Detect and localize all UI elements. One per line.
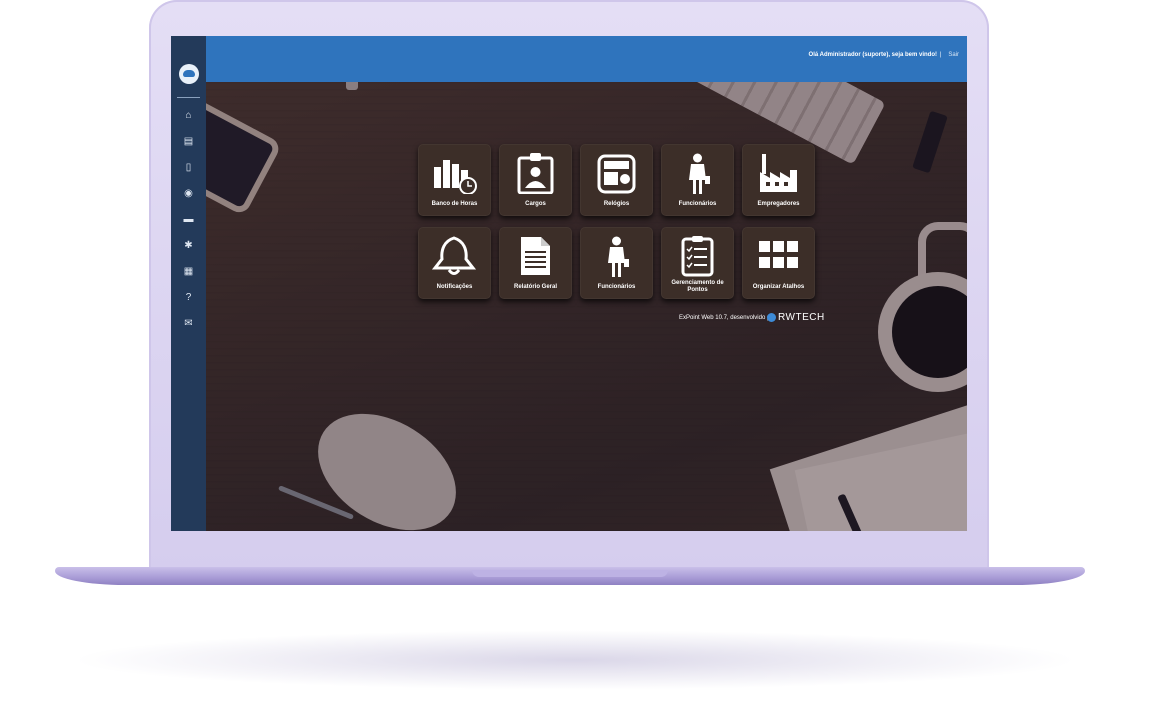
sidebar: ⌂ ▤ ▯ ◉ ▬ ✱ ▦ ? ✉ [171, 36, 206, 531]
document-icon[interactable]: ▤ [171, 134, 206, 150]
shortcut-notificacoes[interactable]: Notificações [418, 227, 491, 299]
sidebar-divider [177, 97, 200, 98]
eye-icon[interactable]: ◉ [171, 186, 206, 202]
mail-icon[interactable]: ✉ [171, 316, 206, 332]
rwtech-brand[interactable]: RWTECH [778, 312, 825, 323]
shortcut-label: Gerenciamento de Pontos [671, 280, 724, 293]
shortcut-gerenciamento-de-pontos[interactable]: Gerenciamento de Pontos [661, 227, 734, 299]
checklist-icon [681, 236, 714, 277]
bar-chart-clock-icon [434, 160, 477, 194]
logout-link[interactable]: Sair [948, 52, 959, 58]
report-document-icon [521, 237, 550, 275]
id-badge-icon [517, 153, 554, 194]
shortcut-banco-de-horas[interactable]: Banco de Horas [418, 144, 491, 216]
bell-icon [431, 236, 477, 275]
shortcut-label: Relatório Geral [513, 284, 557, 290]
shortcut-label: Empregadores [757, 201, 800, 207]
welcome-message: Olá Administrador (suporte), seja bem vi… [808, 52, 937, 58]
help-icon[interactable]: ? [171, 290, 206, 306]
app-screen: ⌂ ▤ ▯ ◉ ▬ ✱ ▦ ? ✉ Olá Administrador (sup… [171, 36, 967, 531]
clipboard-icon[interactable]: ▯ [171, 160, 206, 176]
shortcut-label: Notificações [436, 284, 473, 290]
shortcut-label: Cargos [525, 201, 546, 207]
laptop-shadow [70, 630, 1080, 690]
home-icon[interactable]: ⌂ [171, 108, 206, 124]
shortcut-relatorio-geral[interactable]: Relatório Geral [499, 227, 572, 299]
shortcut-label: Funcionários [597, 284, 636, 290]
gear-icon[interactable]: ✱ [171, 238, 206, 254]
chat-icon[interactable]: ▬ [171, 212, 206, 228]
employee-icon [689, 153, 710, 194]
shortcut-cargos[interactable]: Cargos [499, 144, 572, 216]
shortcut-empregadores[interactable]: Empregadores [742, 144, 815, 216]
shortcut-funcionarios-2[interactable]: Funcionários [580, 227, 653, 299]
shortcut-label: Banco de Horas [431, 201, 478, 207]
employee-icon [608, 236, 629, 277]
shortcut-grid: Banco de Horas Cargos Relógios Funcionár… [418, 144, 815, 304]
grid-icon [759, 241, 798, 268]
shortcut-funcionarios[interactable]: Funcionários [661, 144, 734, 216]
topbar-separator: | [939, 52, 941, 58]
laptop-notch [472, 570, 668, 577]
rwtech-logo-icon [767, 313, 776, 322]
shortcut-relogios[interactable]: Relógios [580, 144, 653, 216]
shortcut-label: Organizar Atalhos [752, 284, 805, 290]
shortcut-organizar-atalhos[interactable]: Organizar Atalhos [742, 227, 815, 299]
time-clock-icon [597, 154, 636, 194]
app-logo-icon[interactable] [179, 64, 199, 84]
shortcut-label: Relógios [603, 201, 630, 207]
top-bar: Olá Administrador (suporte), seja bem vi… [206, 36, 967, 82]
version-credits: ExPoint Web 10.7, desenvolvido por [679, 315, 776, 321]
factory-icon [760, 154, 797, 192]
shortcut-label: Funcionários [678, 201, 717, 207]
table-icon[interactable]: ▦ [171, 264, 206, 280]
